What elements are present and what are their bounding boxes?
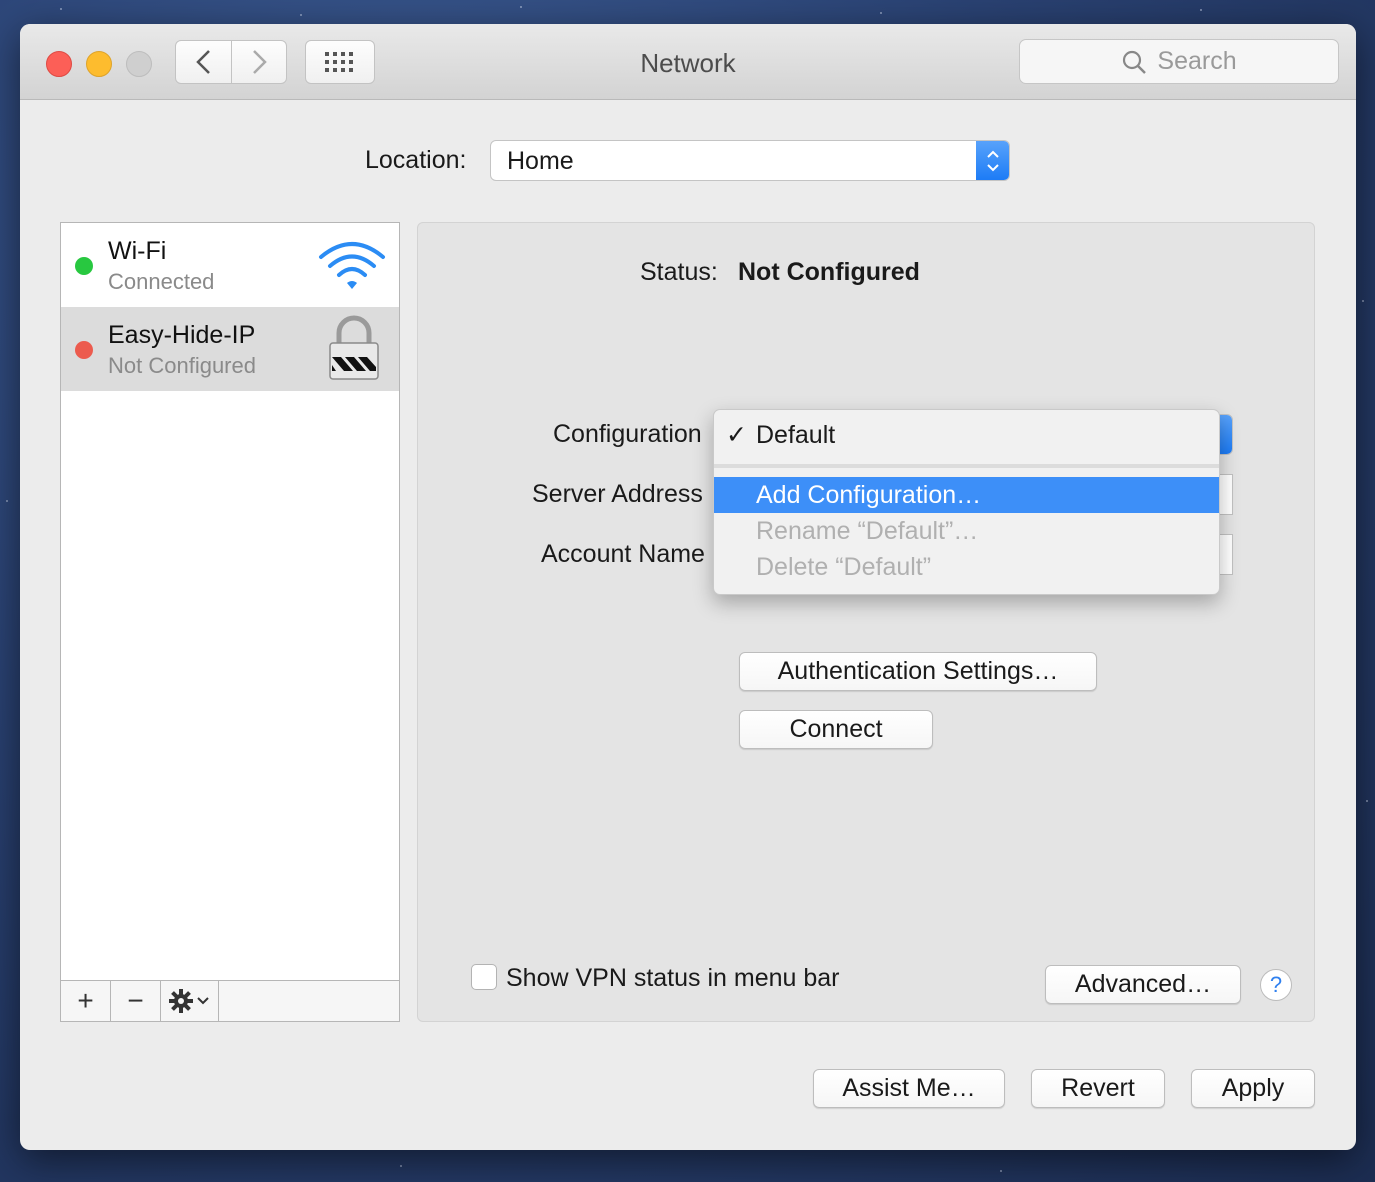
location-value: Home bbox=[507, 147, 574, 175]
menu-item-label: Delete “Default” bbox=[756, 553, 932, 581]
search-icon bbox=[1123, 50, 1147, 74]
server-address-label: Server Address bbox=[532, 480, 703, 508]
location-popup-arrows bbox=[976, 141, 1009, 180]
network-preferences-window: Network Search Location: Home Wi-Fi Conn… bbox=[20, 24, 1356, 1150]
checkmark-icon: ✓ bbox=[726, 421, 747, 449]
menu-item-default[interactable]: ✓ Default bbox=[714, 417, 1219, 453]
configuration-label: Configuration bbox=[553, 420, 702, 448]
title-bar: Network Search bbox=[20, 24, 1356, 100]
show-vpn-status-label: Show VPN status in menu bar bbox=[506, 964, 840, 992]
status-value: Not Configured bbox=[738, 258, 920, 286]
menu-item-label: Add Configuration… bbox=[756, 481, 982, 509]
help-button[interactable]: ? bbox=[1260, 969, 1292, 1001]
menu-item-delete: Delete “Default” bbox=[714, 549, 1219, 585]
location-label: Location: bbox=[365, 146, 467, 174]
authentication-settings-button[interactable]: Authentication Settings… bbox=[739, 652, 1097, 691]
advanced-button[interactable]: Advanced… bbox=[1045, 965, 1241, 1004]
remove-service-button[interactable]: − bbox=[111, 981, 161, 1021]
search-field[interactable]: Search bbox=[1019, 39, 1339, 84]
service-name: Wi-Fi bbox=[108, 237, 167, 265]
service-list: Wi-Fi Connected Easy-Hide-IP Not Configu… bbox=[60, 222, 400, 1022]
status-dot-green bbox=[75, 257, 93, 275]
status-dot-red bbox=[75, 341, 93, 359]
vpn-lock-icon bbox=[329, 315, 379, 380]
menu-separator bbox=[714, 464, 1219, 468]
gear-icon bbox=[168, 989, 209, 1013]
menu-item-label: Default bbox=[756, 421, 836, 449]
plus-icon: + bbox=[77, 985, 94, 1016]
vpn-settings-panel bbox=[417, 222, 1315, 1022]
add-service-button[interactable]: + bbox=[61, 981, 111, 1021]
account-name-label: Account Name bbox=[541, 540, 705, 568]
location-popup[interactable]: Home bbox=[490, 140, 1010, 181]
assist-me-button[interactable]: Assist Me… bbox=[813, 1069, 1005, 1108]
wifi-icon bbox=[319, 242, 385, 289]
menu-item-rename: Rename “Default”… bbox=[714, 513, 1219, 549]
service-item-easy-hide-ip[interactable]: Easy-Hide-IP Not Configured bbox=[61, 307, 399, 391]
menu-item-add-configuration[interactable]: Add Configuration… bbox=[714, 477, 1219, 513]
show-vpn-status-checkbox[interactable] bbox=[471, 964, 497, 990]
apply-button[interactable]: Apply bbox=[1191, 1069, 1315, 1108]
minus-icon: − bbox=[127, 985, 144, 1016]
menu-item-label: Rename “Default”… bbox=[756, 517, 979, 545]
status-label: Status: bbox=[640, 258, 718, 286]
service-status: Connected bbox=[108, 269, 215, 294]
configuration-menu: ✓ Default Add Configuration… Rename “Def… bbox=[713, 409, 1220, 595]
up-down-chevron-icon bbox=[986, 150, 999, 171]
action-menu-button[interactable] bbox=[161, 981, 219, 1021]
search-placeholder: Search bbox=[1157, 47, 1237, 75]
service-status: Not Configured bbox=[108, 353, 256, 378]
service-name: Easy-Hide-IP bbox=[108, 321, 256, 349]
service-item-wifi[interactable]: Wi-Fi Connected bbox=[61, 223, 399, 307]
service-list-toolbar: + − bbox=[61, 980, 399, 1021]
connect-button[interactable]: Connect bbox=[739, 710, 933, 749]
revert-button[interactable]: Revert bbox=[1031, 1069, 1165, 1108]
